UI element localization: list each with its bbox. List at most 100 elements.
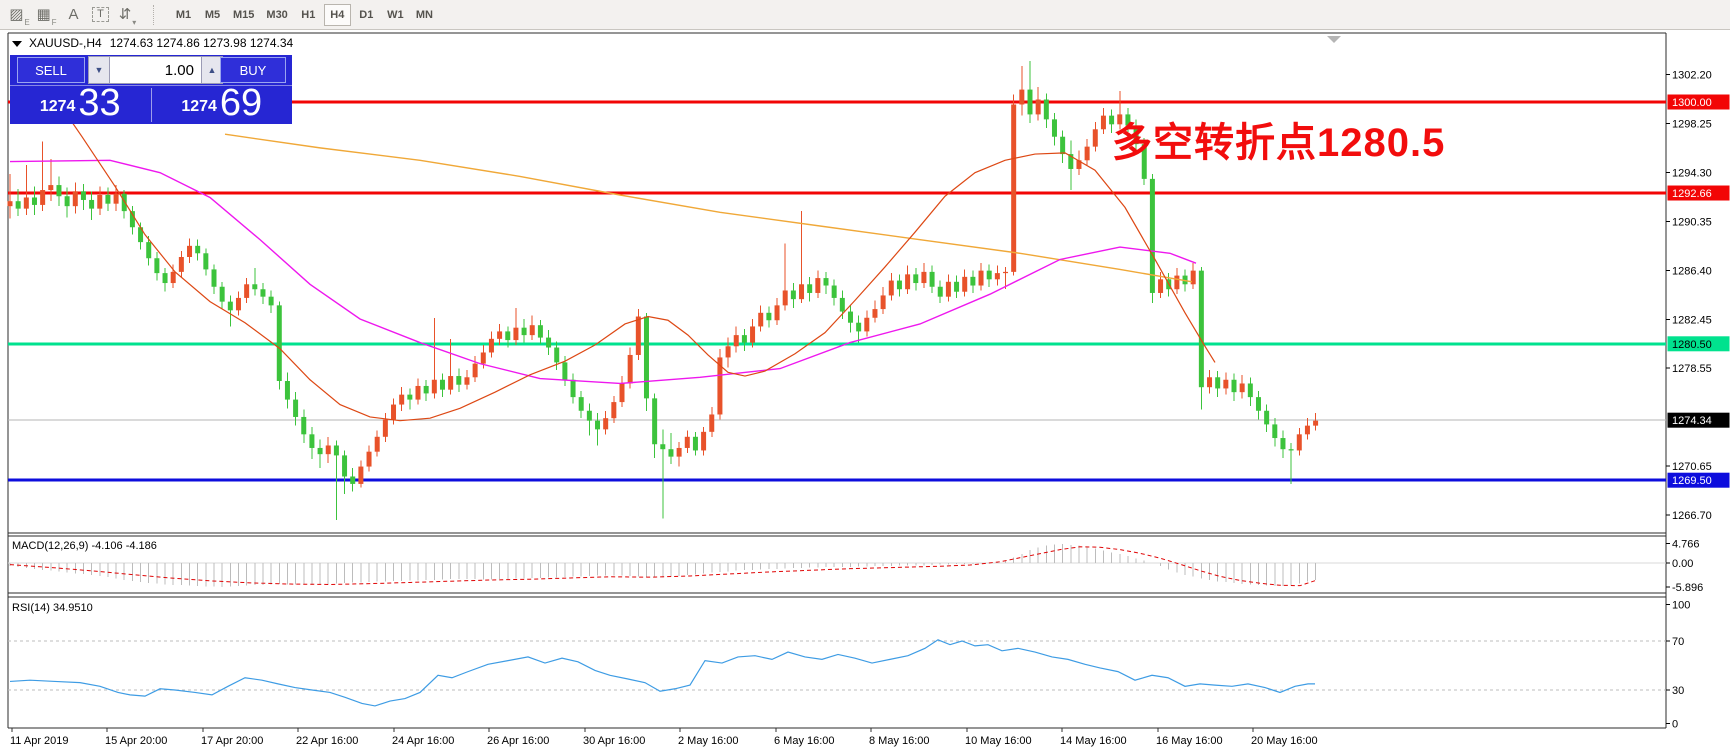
candle-body xyxy=(668,449,673,456)
toolbar: ▨E▦FAT⇵▾ M1M5M15M30H1H4D1W1MN xyxy=(0,0,1730,30)
candle-body xyxy=(244,284,249,298)
price-tick-label: 100 xyxy=(1672,599,1690,611)
candle-body xyxy=(856,323,861,332)
price-tick-label: 1270.65 xyxy=(1672,461,1712,473)
time-axis-label: 11 Apr 2019 xyxy=(10,735,69,747)
candle-body xyxy=(530,325,535,335)
candle-body xyxy=(921,272,926,283)
candle-body xyxy=(212,269,217,286)
candle-body xyxy=(424,386,429,393)
toolbar-separator xyxy=(153,5,155,25)
candle-body xyxy=(628,355,633,384)
tf-mn[interactable]: MN xyxy=(411,4,438,26)
candle-body xyxy=(481,352,486,363)
volume-down-button[interactable]: ▼ xyxy=(88,56,110,84)
sell-price[interactable]: 1274 33 xyxy=(10,86,151,124)
candle-body xyxy=(750,326,755,342)
price-tick-label: 1302.20 xyxy=(1672,70,1712,82)
candle-body xyxy=(350,476,355,483)
candle-body xyxy=(685,437,690,448)
candle-body xyxy=(1280,438,1285,449)
candle-body xyxy=(293,400,298,417)
price-tick-label: 1294.30 xyxy=(1672,168,1712,180)
arrows-icon[interactable]: ⇵▾ xyxy=(114,3,141,27)
toolbar-icons: ▨E▦FAT⇵▾ xyxy=(6,3,141,27)
candle-body xyxy=(1272,424,1277,438)
tf-m30[interactable]: M30 xyxy=(261,4,292,26)
candle-body xyxy=(73,191,78,206)
candle-body xyxy=(1019,90,1024,105)
candle-body xyxy=(677,448,682,457)
candle-body xyxy=(489,339,494,353)
time-axis-label: 2 May 16:00 xyxy=(678,735,739,747)
sell-price-prefix: 1274 xyxy=(40,98,76,116)
candle-body xyxy=(375,437,380,452)
one-click-trading-panel: SELL ▼ ▲ BUY 1274 33 1274 69 xyxy=(10,55,292,124)
candle-body xyxy=(48,185,53,190)
price-tick-label: 1298.25 xyxy=(1672,119,1712,131)
ohlc-values: 1274.63 1274.86 1273.98 1274.34 xyxy=(110,36,294,50)
sell-button[interactable]: SELL xyxy=(17,57,85,83)
buy-button[interactable]: BUY xyxy=(220,57,286,83)
price-tick-label: 1266.70 xyxy=(1672,510,1712,522)
candle-body xyxy=(114,194,119,204)
channel-e-icon[interactable]: ▨E xyxy=(6,3,33,27)
candle-body xyxy=(734,335,739,346)
candle-body xyxy=(163,273,168,283)
buy-price-prefix: 1274 xyxy=(181,98,217,116)
candle-body xyxy=(187,246,192,257)
tf-m15[interactable]: M15 xyxy=(228,4,259,26)
candle-body xyxy=(562,362,567,379)
volume-input[interactable] xyxy=(110,56,201,84)
candle-body xyxy=(1093,129,1098,146)
fibonacci-f-icon[interactable]: ▦F xyxy=(33,3,60,27)
price-label-1292.66: 1292.66 xyxy=(1672,188,1712,200)
candle-body xyxy=(154,258,159,273)
candle-body xyxy=(318,448,323,454)
time-axis-label: 6 May 16:00 xyxy=(774,735,835,747)
chart-annotation: 多空转折点1280.5 xyxy=(1112,110,1445,168)
candle-body xyxy=(1101,116,1106,130)
candle-body xyxy=(913,274,918,283)
candle-body xyxy=(309,434,314,448)
candle-body xyxy=(1305,426,1310,435)
tf-w1[interactable]: W1 xyxy=(382,4,409,26)
candle-body xyxy=(1248,383,1253,397)
price-tick-label: 1290.35 xyxy=(1672,217,1712,229)
candle-body xyxy=(995,273,1000,279)
candle-body xyxy=(1232,380,1237,392)
buy-price[interactable]: 1274 69 xyxy=(152,86,293,124)
text-label-t-icon[interactable]: T xyxy=(87,3,114,27)
chart-title: XAUUSD-,H41274.63 1274.86 1273.98 1274.3… xyxy=(12,36,293,50)
price-label-1274.34: 1274.34 xyxy=(1672,415,1712,427)
candle-body xyxy=(391,405,396,420)
candle-body xyxy=(399,395,404,405)
candle-body xyxy=(807,284,812,293)
candle-body xyxy=(448,376,453,390)
tf-m1[interactable]: M1 xyxy=(170,4,197,26)
candle-body xyxy=(881,295,886,309)
candle-body xyxy=(285,381,290,400)
candle-body xyxy=(1044,100,1049,120)
candle-body xyxy=(334,445,339,455)
candle-body xyxy=(1085,147,1090,161)
tf-h4[interactable]: H4 xyxy=(324,4,351,26)
candle-body xyxy=(497,331,502,338)
tf-h1[interactable]: H1 xyxy=(295,4,322,26)
collapse-icon[interactable] xyxy=(12,41,22,47)
time-axis-label: 15 Apr 20:00 xyxy=(105,735,167,747)
candle-body xyxy=(8,201,13,206)
price-label-1300.00: 1300.00 xyxy=(1672,97,1712,109)
candle-body xyxy=(1313,421,1318,426)
candle-body xyxy=(571,380,576,397)
candle-body xyxy=(1215,377,1220,388)
candle-body xyxy=(709,414,714,431)
candle-body xyxy=(513,328,518,340)
candle-body xyxy=(236,298,241,310)
tf-m5[interactable]: M5 xyxy=(199,4,226,26)
time-axis-label: 24 Apr 16:00 xyxy=(392,735,454,747)
candle-body xyxy=(799,284,804,299)
tf-d1[interactable]: D1 xyxy=(353,4,380,26)
text-a-icon[interactable]: A xyxy=(60,3,87,27)
candle-body xyxy=(815,278,820,293)
